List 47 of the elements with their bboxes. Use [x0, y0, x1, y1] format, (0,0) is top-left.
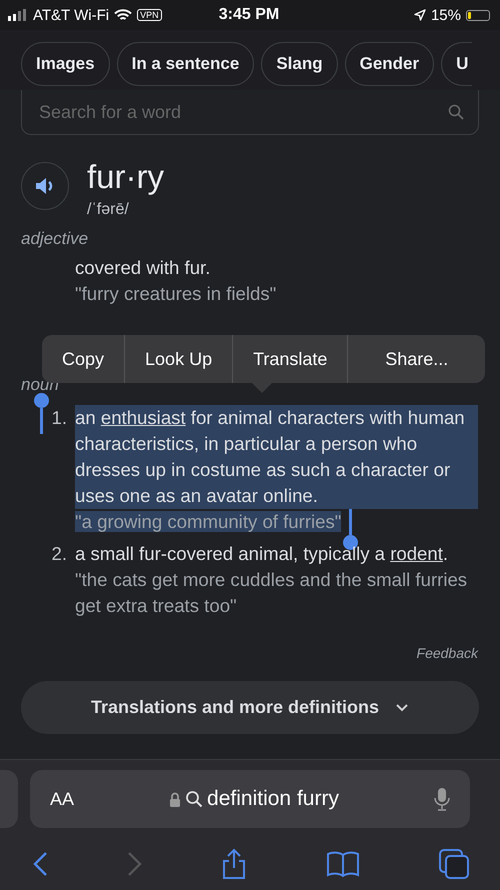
- microphone-icon[interactable]: [434, 787, 450, 811]
- battery-percent: 15%: [430, 6, 461, 24]
- more-definitions-button[interactable]: Translations and more definitions: [21, 681, 479, 734]
- menu-item[interactable]: Translate: [233, 335, 348, 383]
- definition-text: covered with fur.: [75, 256, 212, 280]
- carrier-text: AT&T Wi-Fi: [33, 6, 110, 24]
- example-text: "a growing community of furries": [75, 510, 342, 534]
- feedback-link[interactable]: Feedback: [416, 645, 478, 661]
- definition-number: 2.: [51, 543, 67, 564]
- vpn-badge: VPN: [137, 9, 162, 21]
- search-icon: [185, 790, 204, 808]
- filter-chip[interactable]: Gender: [344, 42, 434, 86]
- lock-icon: [169, 792, 182, 806]
- signal-icon: [8, 9, 28, 21]
- search-input[interactable]: Search for a word: [39, 102, 440, 122]
- address-bar[interactable]: AA definition furry: [30, 770, 470, 828]
- definition-text: an enthusiast for animal characters with human characteristics, in particular a person who dresses up in costume as such a character or uses one as an avatar online.: [75, 405, 478, 509]
- text-size-button[interactable]: AA: [50, 788, 74, 810]
- filter-chip[interactable]: Slang: [261, 42, 338, 86]
- word-link[interactable]: rodent: [390, 543, 443, 564]
- tabs-icon[interactable]: [438, 848, 470, 880]
- filter-chip[interactable]: U: [441, 42, 472, 86]
- search-icon: [448, 104, 464, 120]
- url-text: definition furry: [207, 787, 339, 811]
- menu-item[interactable]: Look Up: [125, 335, 234, 383]
- speaker-button[interactable]: [21, 162, 69, 210]
- chevron-down-icon: [395, 703, 410, 712]
- definition-text: a small fur-covered animal, typically a rodent.: [75, 542, 450, 566]
- example-text: "the cats get more cuddles and the small furries get extra treats too": [75, 568, 468, 618]
- selection-handle[interactable]: [34, 393, 49, 434]
- battery-icon: [466, 10, 490, 20]
- filter-chip[interactable]: Images: [21, 42, 110, 86]
- pronunciation: /ˈfərē/: [87, 201, 130, 219]
- word-link[interactable]: enthusiast: [100, 407, 186, 428]
- back-icon[interactable]: [32, 851, 48, 877]
- example-text: "furry creatures in fields": [75, 282, 278, 306]
- headword: fur·ry: [87, 157, 164, 197]
- search-field[interactable]: Search for a word: [21, 90, 479, 135]
- share-icon[interactable]: [221, 848, 247, 880]
- filter-chip[interactable]: In a sentence: [116, 42, 254, 86]
- definition-number: 1.: [51, 407, 67, 428]
- location-arrow-icon: [414, 9, 426, 21]
- part-of-speech: adjective: [20, 229, 88, 249]
- wifi-icon: [114, 8, 132, 22]
- menu-item[interactable]: Share...: [348, 335, 485, 383]
- book-icon[interactable]: [326, 850, 360, 878]
- clock-text: 3:45 PM: [218, 6, 280, 24]
